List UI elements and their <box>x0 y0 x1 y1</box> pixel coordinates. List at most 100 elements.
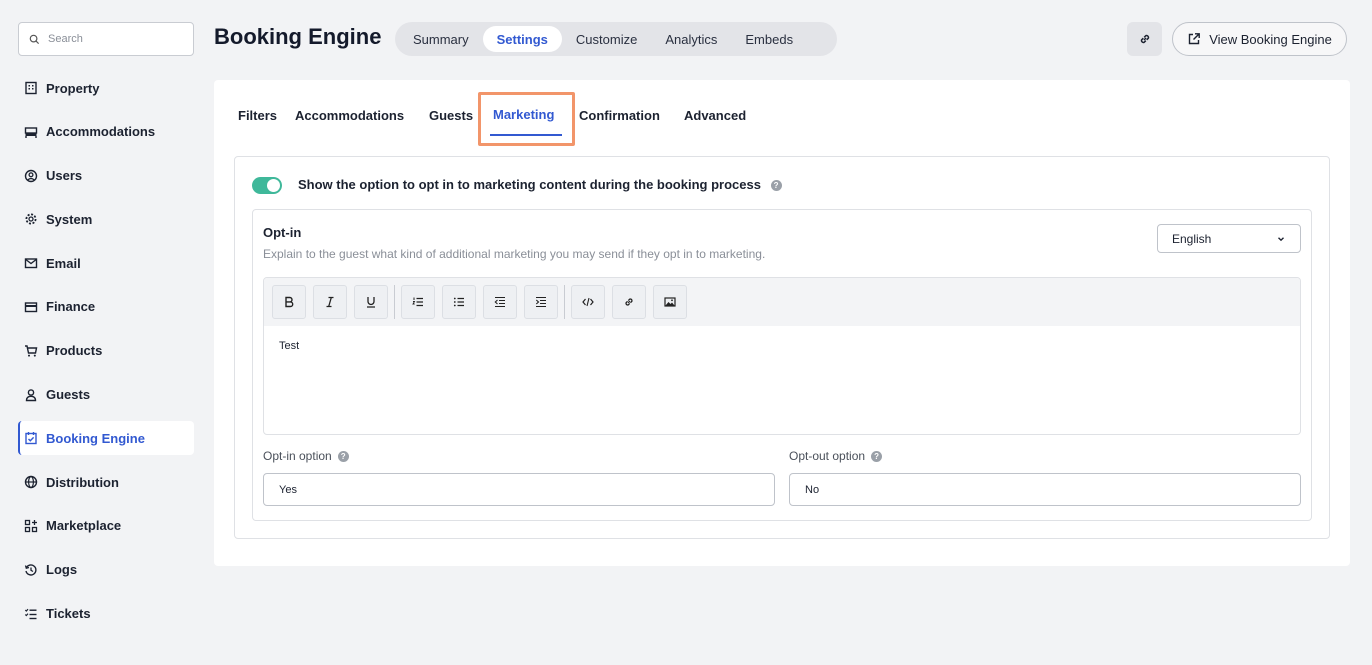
page-title: Booking Engine <box>214 24 382 49</box>
view-booking-engine-button[interactable]: View Booking Engine <box>1172 22 1347 56</box>
bed-icon <box>24 127 38 138</box>
envelope-icon <box>24 258 38 269</box>
sidebar-item-finance[interactable]: Finance <box>18 290 194 324</box>
person-icon <box>25 388 37 401</box>
editor-content[interactable]: Test <box>264 326 1300 366</box>
language-select[interactable]: English <box>1157 224 1301 253</box>
sidebar-item-label: Users <box>46 168 83 184</box>
bullet-list-button[interactable] <box>442 285 476 319</box>
toggle-label-text: Show the option to opt in to marketing c… <box>298 177 761 192</box>
italic-icon <box>326 296 334 308</box>
help-icon[interactable]: ? <box>770 180 782 192</box>
link-icon <box>1140 34 1149 44</box>
search-box[interactable] <box>18 22 194 56</box>
sidebar-item-label: Distribution <box>46 474 119 490</box>
underline-button[interactable] <box>354 285 388 319</box>
tab-settings[interactable]: Settings <box>482 26 562 52</box>
highlight-box <box>478 92 575 146</box>
search-input[interactable] <box>48 33 178 45</box>
indent-icon <box>535 296 546 308</box>
code-button[interactable] <box>571 285 605 319</box>
sidebar-item-label: Email <box>46 255 81 271</box>
sidebar-item-booking-engine[interactable]: Booking Engine <box>18 421 194 456</box>
sidebar-item-property[interactable]: Property <box>18 71 194 105</box>
sidebar-item-label: Property <box>46 80 100 96</box>
sidebar-item-label: Accommodations <box>46 124 156 140</box>
sidebar-item-marketplace[interactable]: Marketplace <box>18 509 194 543</box>
opt-out-option-label-text: Opt-out option <box>789 449 866 463</box>
image-icon <box>664 297 676 307</box>
bullet-list-icon <box>453 297 464 307</box>
sidebar-item-email[interactable]: Email <box>18 246 194 280</box>
copy-link-button[interactable] <box>1127 22 1162 56</box>
sidebar-item-label: Booking Engine <box>46 430 145 446</box>
sidebar-item-tickets[interactable]: Tickets <box>18 597 194 631</box>
toggle-label: Show the option to opt in to marketing c… <box>298 177 782 192</box>
editor-toolbar <box>264 278 1300 326</box>
sidebar-item-products[interactable]: Products <box>18 334 194 368</box>
insert-link-button[interactable] <box>612 285 646 319</box>
sidebar: Property Accommodations Users System Ema… <box>0 0 205 665</box>
sidebar-item-accommodations[interactable]: Accommodations <box>18 115 194 149</box>
toolbar-separator <box>564 285 565 319</box>
sidebar-item-label: Products <box>46 343 103 359</box>
opt-out-option-input[interactable]: No <box>789 473 1301 506</box>
sidebar-item-distribution[interactable]: Distribution <box>18 465 194 499</box>
opt-in-title: Opt-in <box>263 225 302 240</box>
tab-customize[interactable]: Customize <box>562 26 651 52</box>
italic-button[interactable] <box>313 285 347 319</box>
ordered-list-button[interactable] <box>401 285 435 319</box>
subtab-confirmation[interactable]: Confirmation <box>579 108 660 123</box>
user-circle-icon <box>24 169 38 182</box>
rich-text-editor: Test <box>263 277 1301 435</box>
code-icon <box>582 297 594 307</box>
sidebar-item-label: System <box>46 211 93 227</box>
cart-icon <box>25 345 38 357</box>
external-link-icon <box>1188 33 1201 45</box>
grid-plus-icon <box>24 519 38 533</box>
opt-in-option-label-text: Opt-in option <box>263 449 332 463</box>
help-icon[interactable]: ? <box>871 450 883 462</box>
sidebar-item-logs[interactable]: Logs <box>18 553 194 587</box>
tab-analytics[interactable]: Analytics <box>651 26 731 52</box>
opt-in-description: Explain to the guest what kind of additi… <box>263 247 766 261</box>
opt-out-option-label: Opt-out option ? <box>789 449 883 463</box>
subtab-advanced[interactable]: Advanced <box>684 108 746 123</box>
checklist-icon <box>24 608 37 619</box>
help-icon[interactable]: ? <box>337 450 349 462</box>
calendar-check-icon <box>25 432 37 445</box>
tab-embeds[interactable]: Embeds <box>731 26 807 52</box>
bold-button[interactable] <box>272 285 306 319</box>
sidebar-nav: Property Accommodations Users System Ema… <box>18 71 194 640</box>
tab-summary[interactable]: Summary <box>399 26 483 52</box>
chevron-down-icon <box>1278 236 1284 241</box>
sidebar-item-label: Marketplace <box>46 518 122 534</box>
top-tabs: Summary Settings Customize Analytics Emb… <box>395 22 837 56</box>
sidebar-item-system[interactable]: System <box>18 202 194 236</box>
insert-image-button[interactable] <box>653 285 687 319</box>
sidebar-item-guests[interactable]: Guests <box>18 378 194 412</box>
bold-icon <box>285 296 294 308</box>
language-value: English <box>1172 231 1212 246</box>
underline-icon <box>367 297 375 308</box>
ordered-list-icon <box>412 297 423 307</box>
globe-icon <box>24 475 38 489</box>
credit-card-icon <box>24 302 38 313</box>
search-icon <box>29 34 40 44</box>
subtab-guests[interactable]: Guests <box>429 108 473 123</box>
link-icon <box>625 298 633 306</box>
sidebar-item-users[interactable]: Users <box>18 159 194 193</box>
view-button-label: View Booking Engine <box>1209 31 1332 47</box>
subtab-accommodations[interactable]: Accommodations <box>295 108 404 123</box>
gear-icon <box>25 213 37 225</box>
indent-button[interactable] <box>524 285 558 319</box>
sidebar-item-label: Finance <box>46 299 96 315</box>
building-icon <box>25 81 37 95</box>
outdent-icon <box>494 296 505 308</box>
sidebar-item-label: Logs <box>46 562 78 578</box>
marketing-opt-in-toggle[interactable] <box>252 177 282 194</box>
subtab-filters[interactable]: Filters <box>238 108 277 123</box>
outdent-button[interactable] <box>483 285 517 319</box>
history-icon <box>24 564 37 576</box>
opt-in-option-input[interactable]: Yes <box>263 473 775 506</box>
